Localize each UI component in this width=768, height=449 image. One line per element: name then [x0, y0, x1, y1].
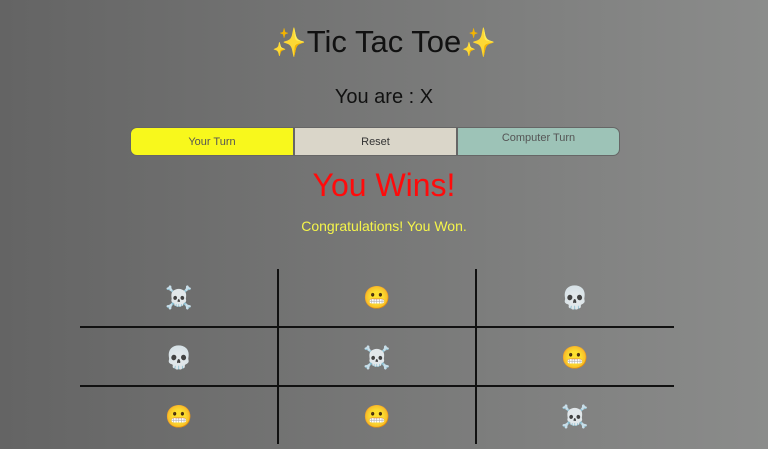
computer-turn-button[interactable]: Computer Turn	[457, 127, 620, 156]
skull-and-crossbones-icon: ☠️	[561, 404, 589, 429]
page-title: ✨Tic Tac Toe✨	[0, 22, 768, 63]
skull-icon: 💀	[165, 345, 193, 370]
grid-line	[475, 269, 477, 444]
grimacing-face-icon: 😬	[363, 404, 391, 429]
player-symbol-label: You are : X	[334, 86, 434, 108]
board-cell[interactable]: ☠️	[80, 269, 278, 327]
result-heading: You Wins!	[312, 167, 456, 203]
turn-controls: Your Turn Reset Computer Turn	[130, 127, 620, 156]
skull-icon: 💀	[561, 285, 589, 310]
grimacing-face-icon: 😬	[363, 285, 391, 310]
title-text: Tic Tac Toe	[306, 24, 462, 59]
board-cell[interactable]: 😬	[278, 388, 476, 446]
grid-line	[277, 269, 279, 444]
game-board: ☠️ 😬 💀 💀 ☠️ 😬 😬 😬 ☠️	[80, 269, 674, 444]
skull-and-crossbones-icon: ☠️	[165, 285, 193, 310]
board-cell[interactable]: ☠️	[278, 329, 476, 387]
sparkles-icon: ✨	[461, 27, 497, 58]
reset-button[interactable]: Reset	[294, 127, 457, 156]
grimacing-face-icon: 😬	[561, 345, 589, 370]
board-cell[interactable]: 😬	[80, 388, 278, 446]
skull-and-crossbones-icon: ☠️	[363, 345, 391, 370]
grid-line	[80, 326, 674, 328]
sparkles-icon: ✨	[271, 27, 307, 58]
board-cell[interactable]: 😬	[278, 269, 476, 327]
grid-line	[80, 385, 674, 387]
board-cell[interactable]: 💀	[80, 329, 278, 387]
your-turn-button[interactable]: Your Turn	[130, 127, 294, 156]
board-cell[interactable]: 💀	[476, 269, 674, 327]
result-message: Congratulations! You Won.	[301, 218, 467, 234]
board-cell[interactable]: 😬	[476, 329, 674, 387]
board-cell[interactable]: ☠️	[476, 388, 674, 446]
grimacing-face-icon: 😬	[165, 404, 193, 429]
